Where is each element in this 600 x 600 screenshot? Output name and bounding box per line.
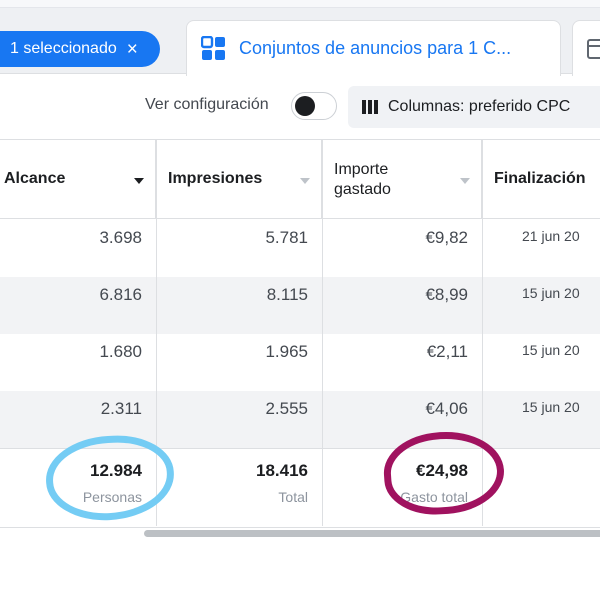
cell-end-date: 21 jun 20 [522,228,580,244]
cell-amount-spent: €2,11 [426,342,468,361]
column-header-impressions[interactable]: Impresiones [156,140,322,219]
horizontal-scrollbar[interactable] [144,530,600,537]
table-row[interactable]: 6.816 8.115 €8,99 15 jun 20 [0,277,600,334]
cell-reach: 3.698 [99,228,142,247]
column-header-reach-label: Alcance [4,170,66,187]
header-line-1: Importe [334,161,389,178]
top-divider [0,0,600,8]
header-line-2: gastado [334,181,391,198]
column-header-reach[interactable]: Alcance [0,140,156,219]
toolbar: Ver configuración Columnas: preferido CP… [0,76,600,140]
tab-ad-sets[interactable]: Conjuntos de anuncios para 1 C... [186,20,561,76]
cell-impressions: 5.781 [265,228,308,247]
tab-bar: 1 seleccionado × Conjuntos de anuncios p… [0,0,600,76]
grid-icon [201,35,225,60]
cell-impressions: 2.555 [265,399,308,418]
columns-button[interactable]: Columnas: preferido CPC [348,86,600,128]
cell-reach: 1.680 [99,342,142,361]
column-header-impressions-label: Impresiones [168,170,263,187]
toggle-knob [295,96,315,116]
table-header: Alcance Impresiones Importe gastado Fina… [0,140,600,219]
cell-impressions: 8.115 [266,285,308,304]
cell-amount-spent: €8,99 [425,285,468,304]
selection-label: 1 seleccionado [10,40,117,57]
table-row[interactable]: 3.698 5.781 €9,82 21 jun 20 [0,220,600,277]
total-impressions: 18.416 Total [156,449,322,529]
cell-reach: 6.816 [99,285,142,304]
total-impressions-caption: Total [278,489,308,505]
tab-ad-sets-label: Conjuntos de anuncios para 1 C... [239,38,512,58]
cell-end-date: 15 jun 20 [522,285,580,301]
close-icon[interactable]: × [127,40,138,59]
column-header-end[interactable]: Finalización [482,140,600,219]
column-header-end-label: Finalización [494,170,586,187]
sort-desc-icon[interactable] [134,178,144,184]
column-header-amount-spent-label: Importe gastado [334,160,391,200]
table-row[interactable]: 1.680 1.965 €2,11 15 jun 20 [0,334,600,391]
view-settings-label: Ver configuración [145,96,269,113]
cell-end-date: 15 jun 20 [522,399,580,415]
total-impressions-value: 18.416 [256,461,308,480]
sort-icon[interactable] [460,178,470,184]
view-settings-toggle[interactable] [291,92,337,120]
column-divider [322,140,323,526]
columns-icon [362,100,378,114]
columns-label: Columnas: preferido CPC [388,98,571,115]
sort-icon[interactable] [300,178,310,184]
tab-ads[interactable] [572,20,600,76]
column-header-amount-spent[interactable]: Importe gastado [322,140,482,219]
cell-amount-spent: €9,82 [425,228,468,247]
cell-end-date: 15 jun 20 [522,342,580,358]
cell-impressions: 1.965 [265,342,308,361]
selection-pill[interactable]: 1 seleccionado × [0,31,160,67]
ad-icon [587,39,600,59]
